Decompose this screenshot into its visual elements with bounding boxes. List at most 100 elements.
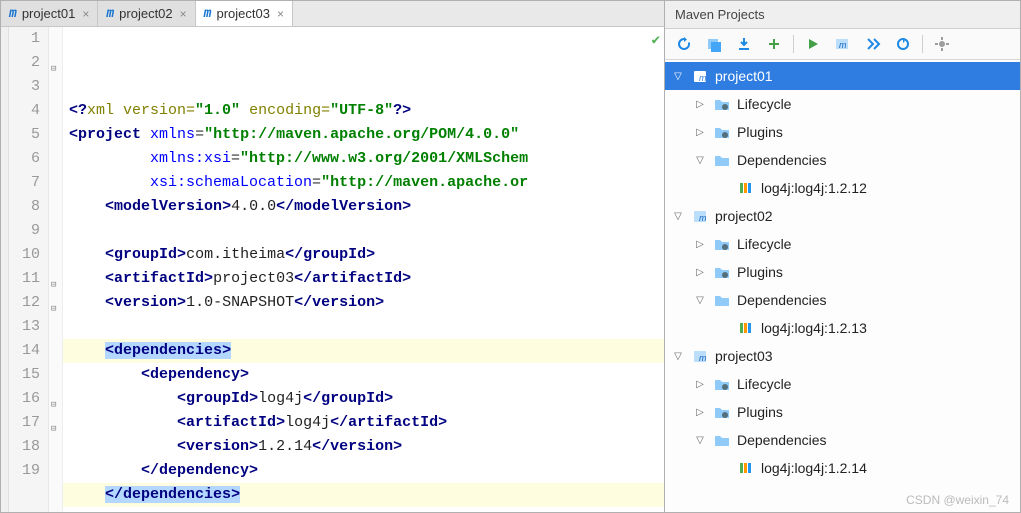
chevron-right-icon[interactable]: ▷	[693, 407, 707, 418]
chevron-right-icon[interactable]: ▷	[693, 127, 707, 138]
generate-icon	[706, 36, 722, 52]
run-icon	[805, 36, 821, 52]
code-line[interactable]: <groupId>log4j</groupId>	[63, 387, 664, 411]
maven-node-lifecycle[interactable]: ▷ Lifecycle	[665, 370, 1020, 398]
maven-node-dependencies[interactable]: ▽ Dependencies	[665, 146, 1020, 174]
editor-tab-project02[interactable]: mproject02×	[98, 1, 195, 26]
project-label: project01	[715, 68, 773, 84]
maven-node-dependencies[interactable]: ▽ Dependencies	[665, 426, 1020, 454]
code-line[interactable]: <?xml version="1.0" encoding="UTF-8"?>	[63, 99, 664, 123]
folder-icon	[713, 376, 731, 392]
editor-tab-project03[interactable]: mproject03×	[196, 1, 293, 26]
maven-dependency[interactable]: log4j:log4j:1.2.12	[665, 174, 1020, 202]
editor-pane: mproject01×mproject02×mproject03× 123456…	[1, 1, 665, 512]
chevron-right-icon[interactable]: ▷	[693, 99, 707, 110]
maven-toolbar: m	[665, 29, 1020, 60]
node-label: Lifecycle	[737, 96, 791, 112]
project-label: project02	[715, 208, 773, 224]
fold-gutter[interactable]: ⊟⊟⊟⊟⊟	[49, 27, 63, 512]
maven-file-icon: m	[106, 6, 114, 21]
editor-tab-project01[interactable]: mproject01×	[1, 1, 98, 26]
chevron-down-icon[interactable]: ▽	[671, 71, 685, 82]
node-label: Dependencies	[737, 432, 827, 448]
maven-module-icon: m	[691, 68, 709, 84]
code-line[interactable]: <version>1.2.14</version>	[63, 435, 664, 459]
cycle-button[interactable]	[890, 33, 916, 55]
chevron-down-icon[interactable]: ▽	[693, 155, 707, 166]
chevron-right-icon[interactable]: ▷	[693, 267, 707, 278]
maven-dependency[interactable]: log4j:log4j:1.2.13	[665, 314, 1020, 342]
maven-node-lifecycle[interactable]: ▷Lifecycle	[665, 230, 1020, 258]
plus-icon	[766, 36, 782, 52]
refresh-button[interactable]	[671, 33, 697, 55]
maven-node-lifecycle[interactable]: ▷ Lifecycle	[665, 90, 1020, 118]
download-button[interactable]	[731, 33, 757, 55]
maven-node-plugins[interactable]: ▷Plugins	[665, 258, 1020, 286]
code-line[interactable]: <artifactId>project03</artifactId>	[63, 267, 664, 291]
code-line[interactable]: <dependencies>	[63, 339, 664, 363]
code-line[interactable]: </dependency>	[63, 459, 664, 483]
code-line[interactable]: <groupId>com.itheima</groupId>	[63, 243, 664, 267]
code-area[interactable]: ✔ <?xml version="1.0" encoding="UTF-8"?>…	[63, 27, 664, 512]
project-label: project03	[715, 348, 773, 364]
node-label: Plugins	[737, 404, 783, 420]
chevron-right-icon[interactable]: ▷	[693, 379, 707, 390]
refresh-icon	[676, 36, 692, 52]
maven-node-plugins[interactable]: ▷ Plugins	[665, 398, 1020, 426]
code-line[interactable]: <modelVersion>4.0.0</modelVersion>	[63, 195, 664, 219]
code-line[interactable]: <artifactId>log4j</artifactId>	[63, 411, 664, 435]
maven-projects-panel: Maven Projects m ▽mproject01▷Lifecycle▷P…	[665, 1, 1020, 512]
maven-module-icon: m	[691, 208, 709, 224]
chevron-down-icon[interactable]: ▽	[671, 211, 685, 222]
close-icon[interactable]: ×	[277, 7, 284, 21]
maven-project-project03[interactable]: ▽mproject03	[665, 342, 1020, 370]
maven-project-project02[interactable]: ▽ m project02	[665, 202, 1020, 230]
chevron-right-icon[interactable]: ▷	[693, 239, 707, 250]
run-m-button[interactable]: m	[830, 33, 856, 55]
inspection-ok-icon: ✔	[652, 29, 660, 53]
svg-text:m: m	[699, 73, 707, 83]
maven-project-project01[interactable]: ▽ m project01	[665, 62, 1020, 90]
code-editor[interactable]: 12345678910111213141516171819 ⊟⊟⊟⊟⊟ ✔ <?…	[1, 27, 664, 512]
code-line[interactable]: <version>1.0-SNAPSHOT</version>	[63, 291, 664, 315]
close-icon[interactable]: ×	[82, 7, 89, 21]
folder-icon	[713, 404, 731, 420]
run-m-icon: m	[834, 36, 852, 52]
chevron-down-icon[interactable]: ▽	[671, 351, 685, 362]
maven-dependency[interactable]: log4j:log4j:1.2.14	[665, 454, 1020, 482]
skip-icon	[865, 36, 881, 52]
dependency-icon	[737, 180, 755, 196]
node-label: Lifecycle	[737, 376, 791, 392]
dependency-label: log4j:log4j:1.2.14	[761, 460, 867, 476]
maven-node-dependencies[interactable]: ▽ Dependencies	[665, 286, 1020, 314]
code-line[interactable]: <project xmlns="http://maven.apache.org/…	[63, 123, 664, 147]
change-strip	[1, 27, 9, 512]
code-line[interactable]: xsi:schemaLocation="http://maven.apache.…	[63, 171, 664, 195]
code-line[interactable]: xmlns:xsi="http://www.w3.org/2001/XMLSch…	[63, 147, 664, 171]
code-line[interactable]	[63, 507, 664, 512]
settings-button[interactable]	[929, 33, 955, 55]
close-icon[interactable]: ×	[180, 7, 187, 21]
plus-button[interactable]	[761, 33, 787, 55]
skip-button[interactable]	[860, 33, 886, 55]
chevron-down-icon[interactable]: ▽	[693, 295, 707, 306]
run-button[interactable]	[800, 33, 826, 55]
dependency-icon	[737, 320, 755, 336]
code-line[interactable]: <dependency>	[63, 363, 664, 387]
folder-icon	[713, 124, 731, 140]
code-line[interactable]	[63, 219, 664, 243]
download-icon	[736, 36, 752, 52]
code-line[interactable]	[63, 315, 664, 339]
maven-tree[interactable]: ▽ m project01 ▷ Lifecycle ▷ Plugins ▽ Dependenci…	[665, 60, 1020, 512]
generate-button[interactable]	[701, 33, 727, 55]
folder-icon	[713, 264, 731, 280]
maven-file-icon: m	[204, 6, 212, 21]
editor-tabs: mproject01×mproject02×mproject03×	[1, 1, 664, 27]
chevron-down-icon[interactable]: ▽	[693, 435, 707, 446]
maven-file-icon: m	[9, 6, 17, 21]
code-line[interactable]: </dependencies>	[63, 483, 664, 507]
svg-text:m: m	[839, 40, 847, 50]
node-label: Dependencies	[737, 292, 827, 308]
node-label: Dependencies	[737, 152, 827, 168]
maven-node-plugins[interactable]: ▷Plugins	[665, 118, 1020, 146]
